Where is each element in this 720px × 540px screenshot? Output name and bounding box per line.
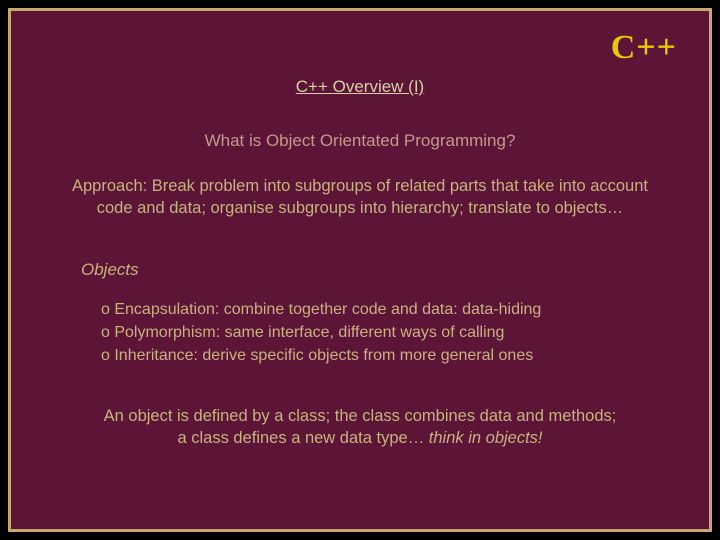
list-item: o Polymorphism: same interface, differen… xyxy=(101,321,673,344)
slide-title: C++ Overview (I) xyxy=(47,77,673,97)
slide-subheading: What is Object Orientated Programming? xyxy=(47,131,673,151)
footer-line-2-plain: a class defines a new data type… xyxy=(177,429,428,447)
slide: C++ C++ Overview (I) What is Object Orie… xyxy=(8,8,712,532)
footer-paragraph: An object is defined by a class; the cla… xyxy=(47,405,673,450)
footer-line-1: An object is defined by a class; the cla… xyxy=(104,407,617,425)
slide-outer: C++ C++ Overview (I) What is Object Orie… xyxy=(0,0,720,540)
objects-heading: Objects xyxy=(81,260,673,280)
bullet-list: o Encapsulation: combine together code a… xyxy=(101,298,673,368)
footer-line-2-emph: think in objects! xyxy=(429,429,543,447)
approach-paragraph: Approach: Break problem into subgroups o… xyxy=(47,175,673,220)
language-logo: C++ xyxy=(611,29,677,67)
list-item: o Inheritance: derive specific objects f… xyxy=(101,344,673,367)
list-item: o Encapsulation: combine together code a… xyxy=(101,298,673,321)
